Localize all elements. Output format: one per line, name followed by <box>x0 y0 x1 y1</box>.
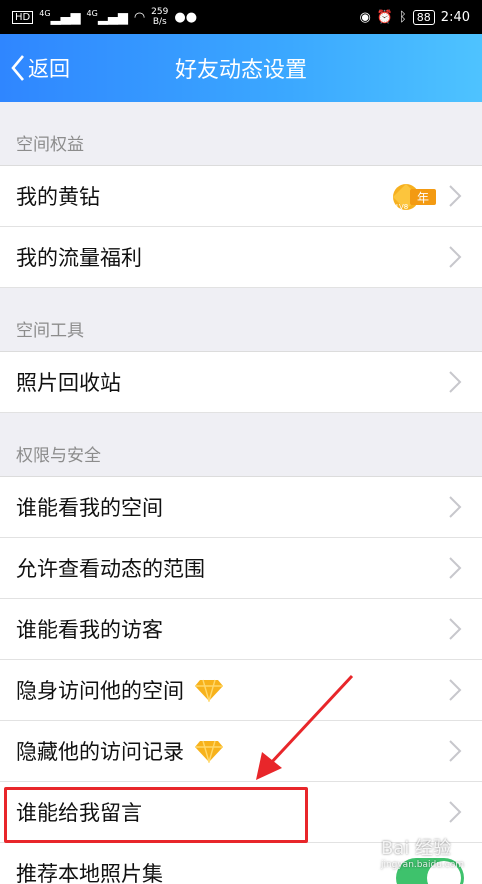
row-label: 谁能看我的空间 <box>16 496 163 520</box>
chevron-right-icon <box>449 246 462 268</box>
wechat-icon: ●● <box>174 9 198 25</box>
eye-icon: ◉ <box>359 9 371 25</box>
nav-bar: 返回 好友动态设置 <box>0 34 482 102</box>
section-header-privacy-security: 权限与安全 <box>0 413 482 477</box>
row-label: 推荐本地照片集 <box>16 862 163 884</box>
svg-text:LV8: LV8 <box>396 203 408 211</box>
row-hide-visit-record[interactable]: 隐藏他的访问记录 <box>0 721 482 782</box>
yellow-diamond-badge-icon: 年 LV8 <box>388 180 438 219</box>
page-title: 好友动态设置 <box>174 58 307 83</box>
signal-icon-1: 4G▂▄▆ <box>39 8 81 26</box>
chevron-right-icon <box>449 496 462 518</box>
row-label: 隐藏他的访问记录 <box>16 740 184 764</box>
watermark: Bai 经验 jingyan.baidu.com <box>380 838 464 870</box>
section-header-space-rights: 空间权益 <box>0 102 482 166</box>
chevron-right-icon <box>449 740 462 762</box>
alarm-icon: ⏰ <box>376 9 393 25</box>
row-label: 隐身访问他的空间 <box>16 679 184 703</box>
hd-badge: HD <box>12 10 34 24</box>
battery-icon: 88 <box>412 9 435 25</box>
chevron-right-icon <box>449 371 462 393</box>
row-label: 照片回收站 <box>16 371 121 395</box>
chevron-right-icon <box>449 557 462 579</box>
svg-text:年: 年 <box>417 191 429 205</box>
row-invisible-visit[interactable]: 隐身访问他的空间 <box>0 660 482 721</box>
chevron-right-icon <box>449 185 462 207</box>
diamond-icon <box>195 740 223 763</box>
wifi-icon: ◠ <box>133 9 146 25</box>
row-label: 允许查看动态的范围 <box>16 557 205 581</box>
chevron-left-icon <box>11 55 24 81</box>
row-label: 谁能看我的访客 <box>16 618 163 642</box>
chevron-right-icon <box>449 679 462 701</box>
bluetooth-icon: ᛒ <box>398 9 407 25</box>
row-label: 谁能给我留言 <box>16 801 142 825</box>
row-label: 我的流量福利 <box>16 246 142 270</box>
section-header-space-tools: 空间工具 <box>0 288 482 352</box>
row-label: 我的黄钻 <box>16 185 100 209</box>
row-feed-visibility-range[interactable]: 允许查看动态的范围 <box>0 538 482 599</box>
chevron-right-icon <box>449 801 462 823</box>
clock: 2:40 <box>440 9 470 25</box>
status-bar: HD 4G▂▄▆ 4G▂▄▆ ◠ 259 B/s ●● ◉ ⏰ ᛒ 88 2:40 <box>0 0 482 34</box>
row-data-welfare[interactable]: 我的流量福利 <box>0 227 482 288</box>
row-photo-recycle-bin[interactable]: 照片回收站 <box>0 352 482 413</box>
chevron-right-icon <box>449 618 462 640</box>
diamond-icon <box>195 679 223 702</box>
network-speed: 259 B/s <box>151 7 169 27</box>
row-who-can-see-my-space[interactable]: 谁能看我的空间 <box>0 477 482 538</box>
back-label: 返回 <box>28 57 70 81</box>
back-button[interactable]: 返回 <box>10 34 70 102</box>
signal-icon-2: 4G▂▄▆ <box>86 8 128 26</box>
row-yellow-diamond[interactable]: 我的黄钻 年 LV8 <box>0 166 482 227</box>
row-who-can-see-visitors[interactable]: 谁能看我的访客 <box>0 599 482 660</box>
